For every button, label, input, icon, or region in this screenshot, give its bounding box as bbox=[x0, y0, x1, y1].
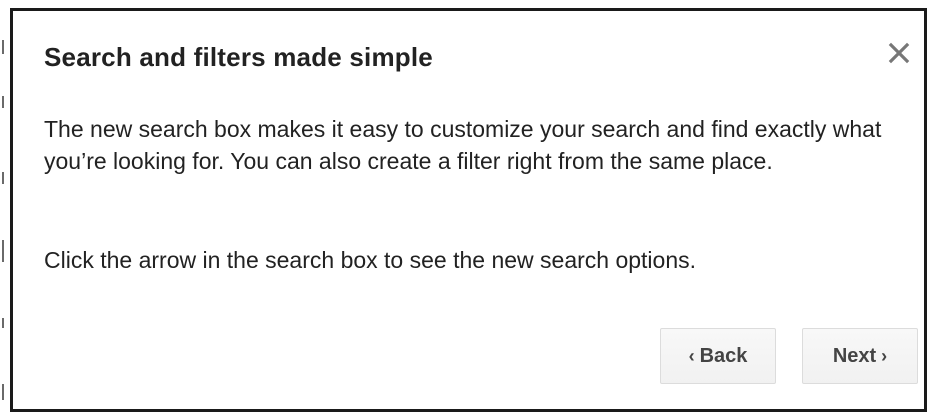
back-button[interactable]: ‹ Back bbox=[660, 328, 776, 384]
background-edge-fragment bbox=[2, 384, 4, 400]
next-button[interactable]: Next › bbox=[802, 328, 918, 384]
background-edge-fragment bbox=[2, 172, 4, 184]
background-edge-fragment bbox=[2, 240, 4, 262]
close-icon bbox=[884, 38, 914, 68]
dialog-description: The new search box makes it easy to cust… bbox=[44, 116, 882, 174]
background-edge-fragment bbox=[2, 40, 4, 54]
chevron-left-icon: ‹ bbox=[688, 345, 695, 366]
dialog-instruction: Click the arrow in the search box to see… bbox=[44, 247, 697, 273]
background-edge-fragment bbox=[2, 318, 4, 328]
chevron-right-icon: › bbox=[881, 345, 888, 366]
background-edge-fragment bbox=[2, 96, 4, 108]
intro-dialog: Search and filters made simple The new s… bbox=[18, 14, 920, 406]
back-button-label: Back bbox=[699, 344, 748, 367]
dialog-title: Search and filters made simple bbox=[44, 42, 433, 72]
next-button-label: Next bbox=[832, 344, 877, 367]
screenshot-frame: Search and filters made simple The new s… bbox=[0, 0, 930, 415]
close-button[interactable] bbox=[884, 38, 914, 68]
